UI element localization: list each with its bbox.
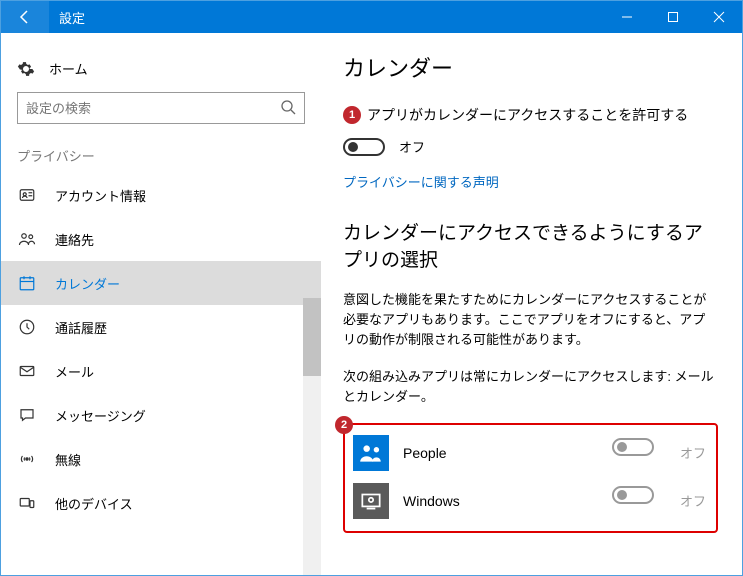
radio-icon — [17, 449, 37, 469]
search-input[interactable] — [17, 92, 305, 124]
app-row-people: People オフ — [353, 429, 708, 477]
app-toggle-state: オフ — [680, 491, 708, 510]
annotation-badge-1: 1 — [343, 106, 361, 124]
apps-list-callout: 2 People オフ Windows — [343, 423, 718, 533]
scrollbar-thumb[interactable] — [303, 298, 321, 376]
history-icon — [17, 317, 37, 337]
back-button[interactable] — [1, 1, 49, 33]
sidebar-item-email[interactable]: メール — [1, 349, 321, 393]
account-icon — [17, 185, 37, 205]
page-title: カレンダー — [343, 51, 718, 83]
gear-icon — [17, 60, 35, 78]
home-button[interactable]: ホーム — [1, 51, 321, 88]
master-toggle[interactable]: オフ — [343, 137, 425, 156]
annotation-badge-2: 2 — [335, 416, 353, 434]
contacts-icon — [17, 229, 37, 249]
sidebar-item-label: 他のデバイス — [55, 494, 133, 513]
choose-apps-desc2: 次の組み込みアプリは常にカレンダーにアクセスします: メールとカレンダー。 — [343, 367, 718, 407]
titlebar: 設定 — [1, 1, 742, 33]
sidebar-item-label: 連絡先 — [55, 230, 94, 249]
window-body: ホーム プライバシー アカウント情報 連絡先 カレンダー — [1, 33, 742, 575]
sidebar-item-radios[interactable]: 無線 — [1, 437, 321, 481]
sidebar-item-label: カレンダー — [55, 274, 120, 293]
people-app-icon — [353, 435, 389, 471]
app-toggle-windows[interactable] — [612, 486, 668, 504]
sidebar-item-calendar[interactable]: カレンダー — [1, 261, 321, 305]
app-toggle-people[interactable] — [612, 438, 668, 456]
sidebar-section-label: プライバシー — [1, 138, 321, 173]
allow-apps-text: アプリがカレンダーにアクセスすることを許可する — [367, 105, 688, 125]
search-icon — [280, 99, 296, 118]
sidebar-item-label: メール — [55, 362, 94, 381]
calendar-icon — [17, 273, 37, 293]
settings-window: 設定 ホーム プライバシー — [0, 0, 743, 576]
devices-icon — [17, 493, 37, 513]
sidebar-item-label: アカウント情報 — [55, 186, 146, 205]
message-icon — [17, 405, 37, 425]
home-label: ホーム — [49, 59, 88, 78]
app-toggle-state: オフ — [680, 443, 708, 462]
sidebar-item-otherdevices[interactable]: 他のデバイス — [1, 481, 321, 525]
app-name: People — [403, 445, 612, 461]
sidebar-item-messaging[interactable]: メッセージング — [1, 393, 321, 437]
window-controls — [604, 1, 742, 33]
sidebar-item-label: メッセージング — [55, 406, 146, 425]
window-title: 設定 — [49, 8, 604, 27]
privacy-statement-link[interactable]: プライバシーに関する声明 — [343, 172, 499, 191]
toggle-knob — [348, 142, 358, 152]
app-name: Windows — [403, 493, 612, 509]
choose-apps-heading: カレンダーにアクセスできるようにするアプリの選択 — [343, 221, 718, 274]
master-toggle-label: オフ — [399, 137, 425, 156]
mail-icon — [17, 361, 37, 381]
sidebar-item-account[interactable]: アカウント情報 — [1, 173, 321, 217]
minimize-button[interactable] — [604, 1, 650, 33]
allow-apps-heading: 1 アプリがカレンダーにアクセスすることを許可する — [343, 105, 718, 125]
sidebar-item-contacts[interactable]: 連絡先 — [1, 217, 321, 261]
toggle-track — [343, 138, 385, 156]
content-pane: カレンダー 1 アプリがカレンダーにアクセスすることを許可する オフ プライバシ… — [321, 33, 742, 575]
choose-apps-desc1: 意図した機能を果たすためにカレンダーにアクセスすることが必要なアプリもあります。… — [343, 290, 718, 350]
sidebar-item-callhistory[interactable]: 通話履歴 — [1, 305, 321, 349]
close-button[interactable] — [696, 1, 742, 33]
sidebar: ホーム プライバシー アカウント情報 連絡先 カレンダー — [1, 33, 321, 575]
maximize-button[interactable] — [650, 1, 696, 33]
sidebar-item-label: 通話履歴 — [55, 318, 107, 337]
app-row-windows: Windows オフ — [353, 477, 708, 525]
windows-app-icon — [353, 483, 389, 519]
search-field[interactable] — [26, 101, 280, 116]
sidebar-item-label: 無線 — [55, 450, 81, 469]
